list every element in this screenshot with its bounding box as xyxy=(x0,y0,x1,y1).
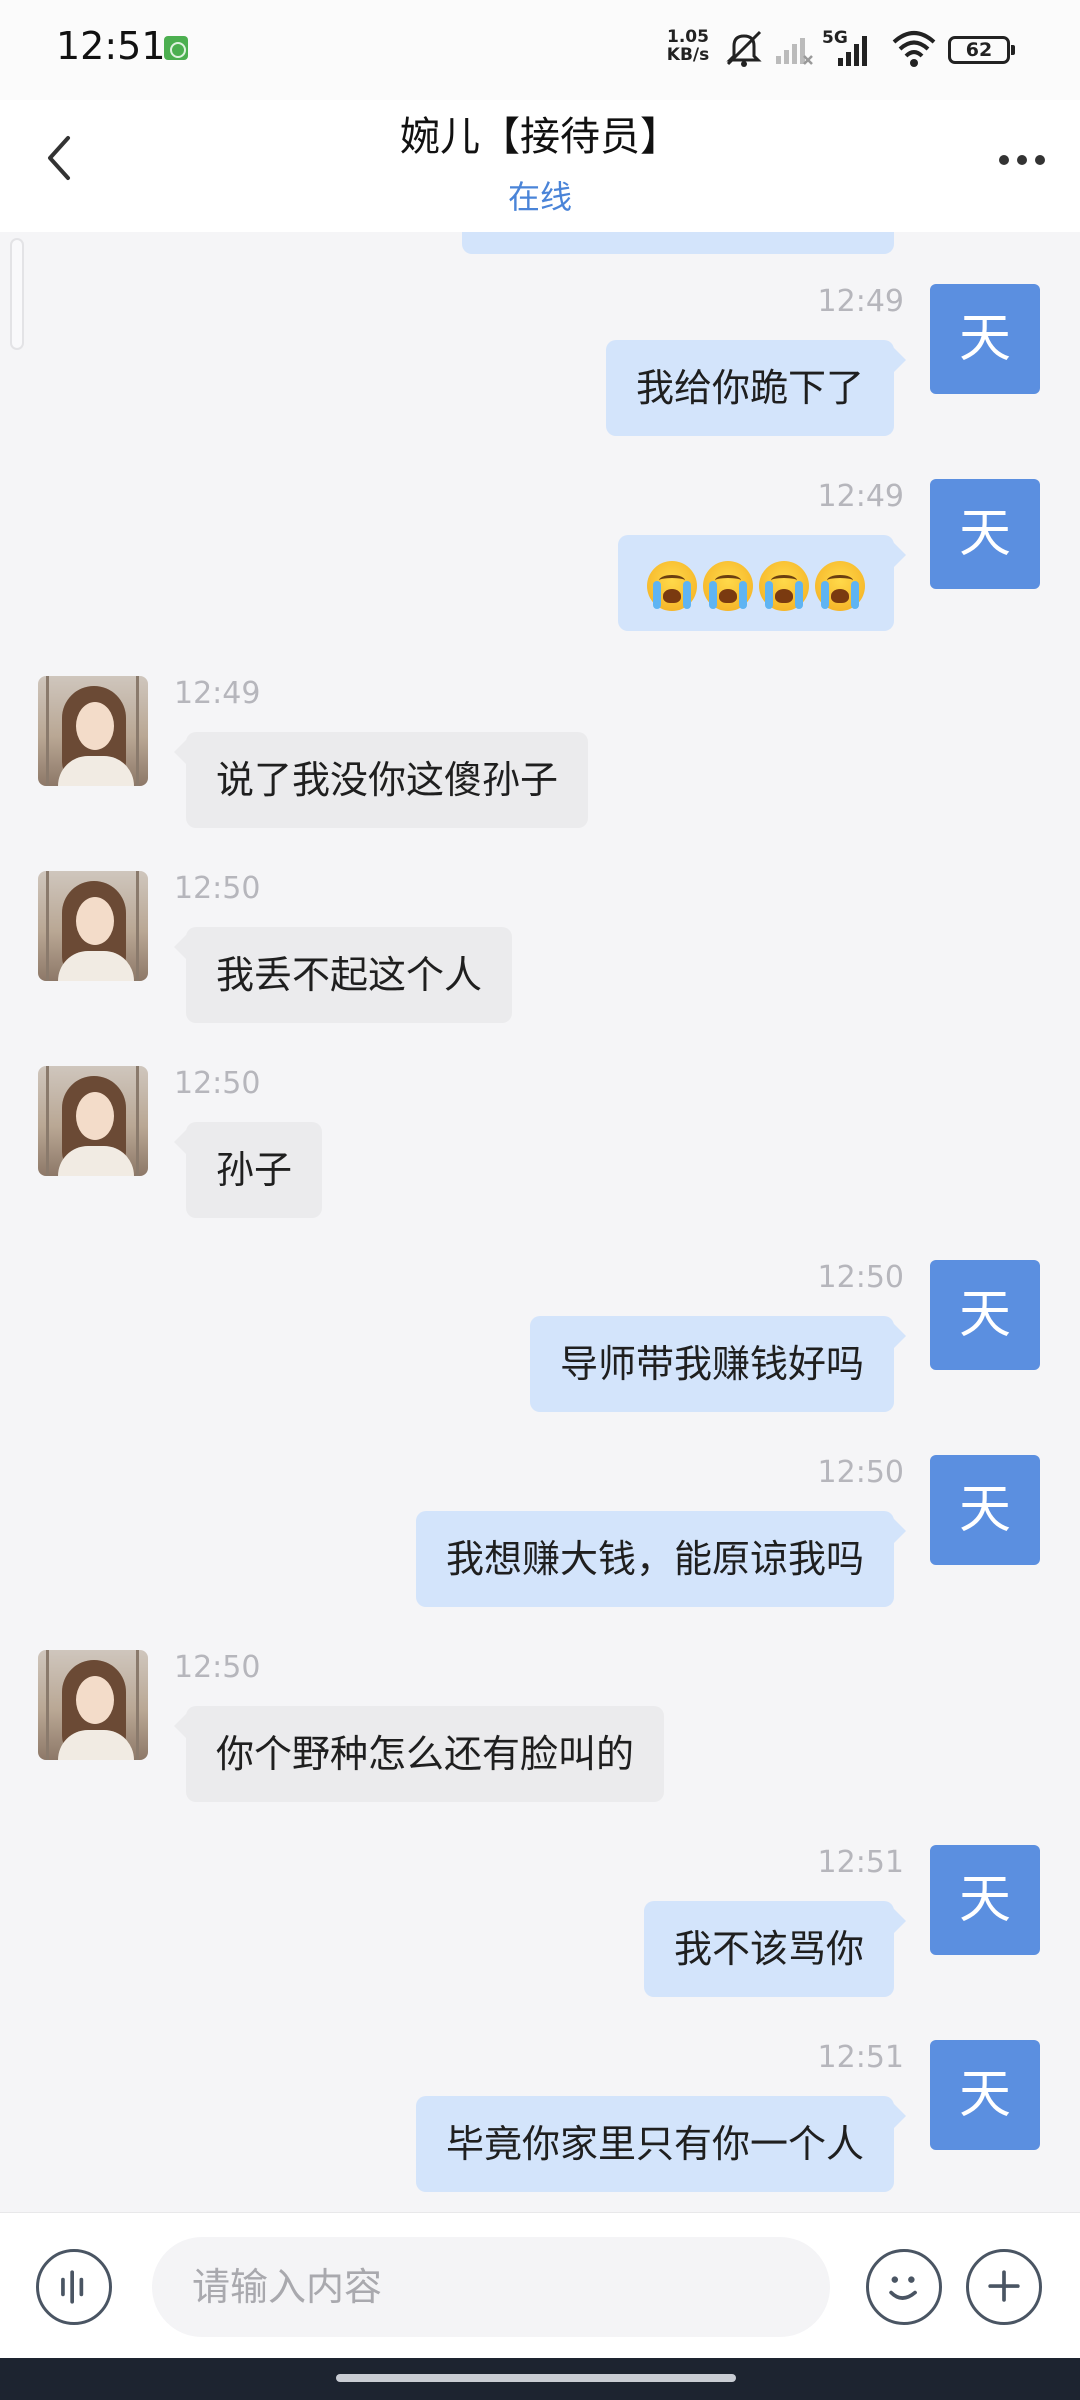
loudly-crying-face-icon xyxy=(647,560,697,611)
message-bubble[interactable]: 我丢不起这个人 xyxy=(186,927,513,1023)
message-bubble[interactable]: 我想赚大钱，能原谅我吗 xyxy=(415,1511,894,1607)
message-time: 12:50 xyxy=(174,871,261,906)
avatar[interactable] xyxy=(38,1650,148,1760)
more-button[interactable] xyxy=(990,130,1054,190)
avatar[interactable] xyxy=(38,871,148,981)
avatar[interactable] xyxy=(38,676,148,786)
chat-title: 婉儿【接待员】 xyxy=(400,114,680,160)
message-time: 12:51 xyxy=(817,2040,904,2075)
bubble-tail xyxy=(892,541,906,569)
signal-off-icon xyxy=(776,38,813,65)
mute-bell-icon xyxy=(726,30,762,67)
battery-icon: 62 xyxy=(948,36,1015,64)
scrollbar[interactable] xyxy=(10,238,24,350)
system-nav-bar xyxy=(0,2358,1080,2400)
message-bubble[interactable]: 导师带我赚钱好吗 xyxy=(529,1316,894,1412)
chat-header: 婉儿【接待员】 在线 xyxy=(0,100,1080,232)
message-bubble[interactable]: 说了我没你这傻孙子 xyxy=(186,732,589,828)
message-bubble[interactable]: 孙子 xyxy=(186,1122,323,1218)
network-speed-unit: KB/s xyxy=(666,45,710,65)
avatar[interactable]: 天 xyxy=(930,1260,1040,1370)
status-time: 12:51 xyxy=(56,24,166,68)
message-bubble[interactable]: 我不该骂你 xyxy=(643,1901,894,1997)
avatar[interactable]: 天 xyxy=(930,479,1040,589)
wifi-icon xyxy=(892,31,936,67)
message-time: 12:49 xyxy=(174,676,261,711)
loudly-crying-face-icon xyxy=(759,560,809,611)
message-bubble[interactable]: 你个野种怎么还有脸叫的 xyxy=(186,1706,665,1802)
bubble-tail xyxy=(892,2102,906,2130)
message-time: 12:49 xyxy=(817,284,904,319)
message-bubble[interactable] xyxy=(618,535,894,631)
avatar[interactable] xyxy=(38,1066,148,1176)
emoji-button[interactable] xyxy=(866,2249,942,2325)
plus-icon xyxy=(988,2270,1020,2302)
app-notification-icon xyxy=(164,36,188,60)
message-time: 12:50 xyxy=(174,1066,261,1101)
avatar[interactable]: 天 xyxy=(930,2040,1040,2150)
voice-button[interactable] xyxy=(36,2249,112,2325)
bubble-tail xyxy=(892,1322,906,1350)
message-time: 12:50 xyxy=(174,1650,261,1685)
smile-icon xyxy=(889,2276,917,2300)
voice-icon xyxy=(61,2270,84,2304)
previous-message-bubble xyxy=(462,232,894,254)
avatar[interactable]: 天 xyxy=(930,284,1040,394)
avatar[interactable]: 天 xyxy=(930,1845,1040,1955)
home-indicator[interactable] xyxy=(336,2374,736,2382)
loudly-crying-face-icon xyxy=(815,560,865,611)
plus-button[interactable] xyxy=(966,2249,1042,2325)
signal-5g-icon xyxy=(838,36,867,66)
message-time: 12:49 xyxy=(817,479,904,514)
avatar[interactable]: 天 xyxy=(930,1455,1040,1565)
message-time: 12:50 xyxy=(817,1455,904,1490)
bubble-tail xyxy=(892,1517,906,1545)
network-speed-value: 1.05 xyxy=(667,27,709,47)
status-bar: 12:51 1.05 KB/s 5G 62 xyxy=(0,0,1080,100)
message-bubble[interactable]: 毕竟你家里只有你一个人 xyxy=(415,2096,894,2192)
message-input-bar xyxy=(0,2212,1080,2358)
online-status: 在线 xyxy=(507,178,572,216)
chat-message-list[interactable]: 12:49 我给你跪下了 天 12:49 天 12:49 说了我没你这傻孙子 1… xyxy=(0,232,1080,2212)
message-bubble[interactable]: 我给你跪下了 xyxy=(605,340,894,436)
message-input[interactable] xyxy=(152,2237,830,2337)
bubble-tail xyxy=(892,346,906,374)
more-dots-icon xyxy=(999,155,1045,165)
loudly-crying-face-icon xyxy=(703,560,753,611)
network-speed: 1.05 KB/s xyxy=(660,28,716,64)
bubble-tail xyxy=(892,1907,906,1935)
message-time: 12:51 xyxy=(817,1845,904,1880)
message-time: 12:50 xyxy=(817,1260,904,1295)
